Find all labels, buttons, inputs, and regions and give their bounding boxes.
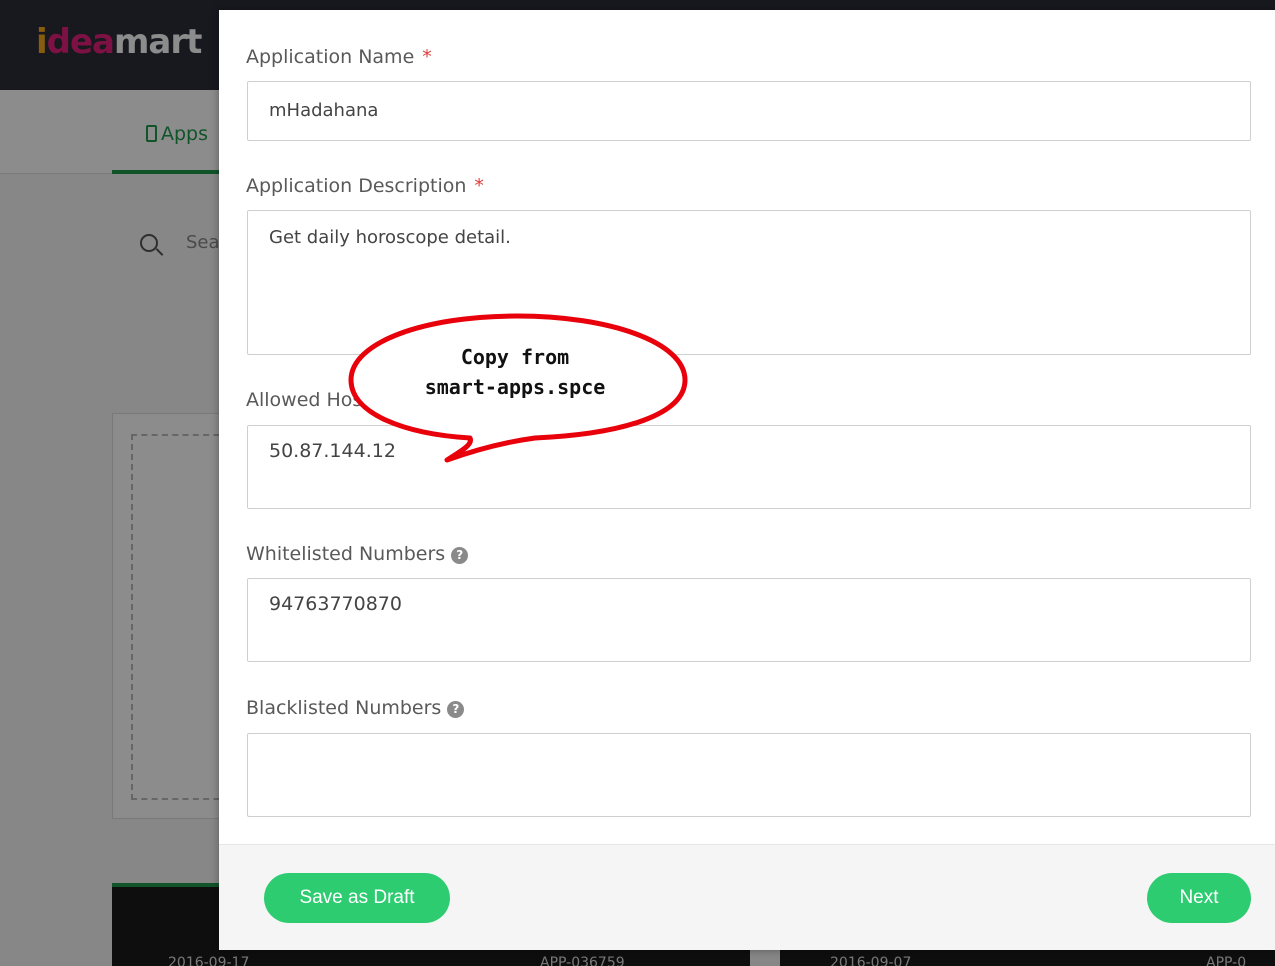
save-as-draft-button[interactable]: Save as Draft [264, 873, 450, 923]
whitelisted-numbers-input[interactable]: 94763770870 [247, 578, 1251, 662]
help-icon[interactable]: ? [451, 547, 469, 564]
create-app-modal: Application Name * mHadahana Application … [219, 10, 1275, 950]
callout-text: Copy from smart-apps.spce [424, 345, 606, 399]
whitelisted-numbers-label: Whitelisted Numbers? [246, 543, 469, 565]
blacklisted-numbers-label: Blacklisted Numbers? [246, 697, 465, 719]
annotation-callout: Copy from smart-apps.spce [345, 310, 695, 470]
application-name-label: Application Name * [246, 46, 432, 68]
blacklisted-numbers-input[interactable] [247, 733, 1251, 817]
next-button[interactable]: Next [1147, 873, 1251, 923]
help-icon[interactable]: ? [447, 701, 465, 718]
application-name-input[interactable]: mHadahana [247, 81, 1251, 141]
application-description-label: Application Description * [246, 175, 484, 197]
required-marker: * [474, 175, 484, 197]
required-marker: * [422, 46, 432, 68]
modal-footer: Save as Draft Next [219, 844, 1275, 950]
